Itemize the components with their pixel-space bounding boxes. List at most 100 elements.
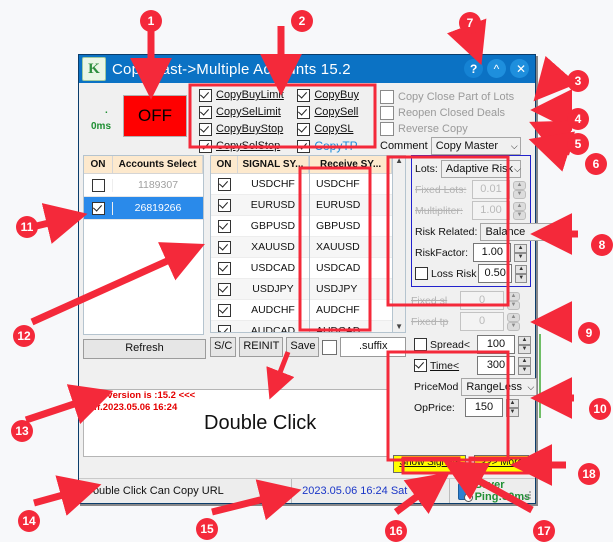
suffix-input[interactable]: .suffix (340, 337, 406, 357)
accounts-table[interactable]: ON Accounts Select 1189307 26819266 (83, 155, 204, 335)
show-signals-button[interactable]: Show Signals (393, 455, 466, 473)
stepper-up-icon[interactable]: ▲ (513, 202, 526, 211)
table-row[interactable]: USDCAD (309, 258, 393, 279)
row-checkbox[interactable] (84, 178, 113, 192)
symbols-scrollbar[interactable]: ▲ ▼ (393, 155, 406, 333)
resize-grip[interactable] (522, 490, 532, 500)
loss-risk-stepper[interactable]: ▲ ▼ (515, 265, 527, 283)
opprice-stepper[interactable]: ▲ ▼ (506, 399, 519, 417)
opprice-input[interactable]: 150 (465, 398, 503, 417)
fixed-tp-input[interactable]: 0 (460, 312, 504, 331)
status-hint[interactable]: Double Click Can Copy URL (79, 479, 293, 503)
row-checkbox[interactable] (211, 177, 237, 191)
row-checkbox[interactable] (211, 324, 237, 332)
reinit-button[interactable]: REINIT (239, 337, 284, 357)
checkbox-copysell[interactable]: CopySell (297, 104, 376, 120)
stepper-up-icon[interactable]: ▲ (514, 244, 527, 253)
stepper-up-icon[interactable]: ▲ (518, 336, 531, 345)
suffix-checkbox[interactable] (322, 339, 338, 355)
scrollbar-thumb[interactable] (394, 166, 404, 322)
table-row[interactable]: AUDCAD (309, 321, 393, 332)
stepper-down-icon[interactable]: ▼ (518, 345, 531, 354)
time-stepper[interactable]: ▲ ▼ (518, 357, 531, 375)
table-row[interactable]: EURUSD (309, 195, 393, 216)
time-input[interactable]: 300 (477, 356, 515, 375)
table-row[interactable]: USDCHF (309, 174, 393, 195)
row-checkbox[interactable] (211, 261, 237, 275)
checkbox-copy-close-part-of-lots[interactable]: Copy Close Part of Lots (380, 89, 535, 104)
pricemod-select[interactable]: RangeLess ⌵ (461, 377, 538, 396)
risk-factor-stepper[interactable]: ▲ ▼ (514, 244, 527, 262)
stepper-down-icon[interactable]: ▼ (507, 301, 520, 310)
refresh-button[interactable]: Refresh (83, 339, 206, 359)
scroll-down-icon[interactable]: ▼ (395, 322, 403, 332)
stepper-down-icon[interactable]: ▼ (506, 408, 519, 417)
power-toggle-button[interactable]: OFF (123, 95, 187, 137)
stepper-up-icon[interactable]: ▲ (507, 292, 520, 301)
table-row[interactable]: XAUUSD (211, 237, 309, 258)
checkbox-copyselstop[interactable]: CopySelStop (199, 138, 297, 154)
row-checkbox[interactable] (84, 201, 113, 215)
risk-related-select[interactable]: Balance ⌵ (480, 222, 557, 241)
checkbox-reopen-closed-deals[interactable]: Reopen Closed Deals (380, 105, 535, 120)
help-button[interactable]: ? (464, 59, 483, 78)
stepper-down-icon[interactable]: ▼ (507, 322, 520, 331)
fixed-tp-stepper[interactable]: ▲ ▼ (507, 313, 520, 331)
row-checkbox[interactable] (211, 303, 237, 317)
fixed-lots-input[interactable]: 0.01 (472, 180, 510, 199)
loss-risk-checkbox[interactable] (415, 267, 428, 280)
row-checkbox[interactable] (211, 240, 237, 254)
multiplier-stepper[interactable]: ▲ ▼ (513, 202, 526, 220)
checkbox-reverse-copy[interactable]: Reverse Copy (380, 121, 535, 136)
sc-button[interactable]: S/C (210, 337, 237, 357)
save-button[interactable]: Save (286, 337, 320, 357)
checkbox-copytp[interactable]: CopyTP (297, 138, 376, 154)
checkbox-copysellimit[interactable]: CopySelLimit (199, 104, 297, 120)
row-checkbox[interactable] (211, 198, 237, 212)
stepper-up-icon[interactable]: ▲ (518, 357, 531, 366)
stepper-up-icon[interactable]: ▲ (507, 313, 520, 322)
spread-stepper[interactable]: ▲ ▼ (518, 336, 531, 354)
loss-risk-input[interactable]: 0.50 (478, 264, 513, 283)
fixed-sl-stepper[interactable]: ▲ ▼ (507, 292, 520, 310)
table-row[interactable]: USDJPY (309, 279, 393, 300)
stepper-up-icon[interactable]: ▲ (506, 399, 519, 408)
fixed-sl-input[interactable]: 0 (460, 291, 504, 310)
stepper-up-icon[interactable]: ▲ (513, 181, 526, 190)
multiplier-input[interactable]: 1.00 (472, 201, 510, 220)
checkbox-copybuy[interactable]: CopyBuy (297, 87, 376, 103)
symbols-signal-column[interactable]: ON SIGNAL SY... USDCHF EURUSD GBPUSD XAU… (210, 155, 310, 333)
stepper-down-icon[interactable]: ▼ (513, 211, 526, 220)
table-row[interactable]: XAUUSD (309, 237, 393, 258)
log-panel[interactable]: >>> version is :15.2 <<< off.2023.05.06 … (83, 389, 389, 457)
symbols-table[interactable]: ON SIGNAL SY... USDCHF EURUSD GBPUSD XAU… (210, 155, 406, 333)
fixed-lots-stepper[interactable]: ▲ ▼ (513, 181, 526, 199)
table-row[interactable]: AUDCHF (309, 300, 393, 321)
table-row[interactable]: USDCAD (211, 258, 309, 279)
table-row[interactable]: AUDCAD (211, 321, 309, 332)
minimize-button[interactable]: ^ (487, 59, 506, 78)
stepper-down-icon[interactable]: ▼ (513, 190, 526, 199)
stepper-up-icon[interactable]: ▲ (515, 265, 527, 274)
table-row[interactable]: AUDCHF (211, 300, 309, 321)
table-row[interactable]: GBPUSD (309, 216, 393, 237)
more-button[interactable]: >>> More (473, 455, 529, 473)
spread-checkbox[interactable] (414, 338, 427, 351)
spread-input[interactable]: 100 (477, 335, 515, 354)
symbols-receive-column[interactable]: Receive SY... USDCHF EURUSD GBPUSD XAUUS… (309, 155, 394, 333)
row-checkbox[interactable] (211, 282, 237, 296)
checkbox-copybuystop[interactable]: CopyBuyStop (199, 121, 297, 137)
checkbox-copysl[interactable]: CopySL (297, 121, 376, 137)
comment-select[interactable]: Copy Master ⌵ (430, 137, 521, 155)
stepper-down-icon[interactable]: ▼ (518, 366, 531, 375)
scroll-up-icon[interactable]: ▲ (395, 156, 403, 166)
table-row[interactable]: EURUSD (211, 195, 309, 216)
lots-select[interactable]: Adaptive Risk ⌵ (440, 159, 521, 178)
close-button[interactable]: ✕ (510, 59, 529, 78)
row-checkbox[interactable] (211, 219, 237, 233)
table-row[interactable]: USDCHF (211, 174, 309, 195)
table-row[interactable]: USDJPY (211, 279, 309, 300)
table-row[interactable]: GBPUSD (211, 216, 309, 237)
checkbox-copybuylimit[interactable]: CopyBuyLimit (199, 87, 297, 103)
time-checkbox[interactable] (414, 359, 427, 372)
